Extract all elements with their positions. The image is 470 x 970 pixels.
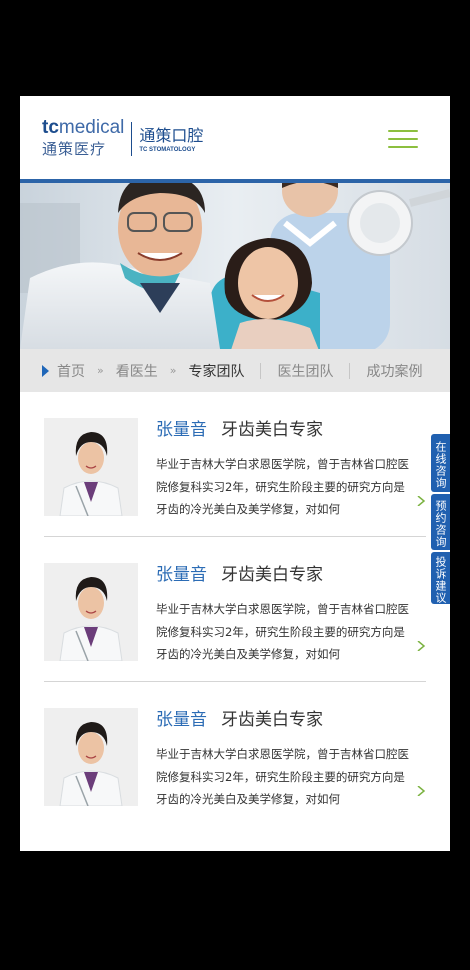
breadcrumb-expert-team[interactable]: 专家团队	[188, 361, 244, 381]
doctor-photo	[44, 563, 138, 661]
menu-bar	[388, 138, 418, 140]
breadcrumb-doctor-team[interactable]: 医生团队	[277, 361, 333, 381]
doctor-portrait	[44, 563, 138, 661]
doctor-portrait	[44, 708, 138, 806]
banner-image	[20, 183, 450, 349]
side-tab-online-consult[interactable]: 在线咨询	[431, 434, 450, 492]
breadcrumb-home[interactable]: 首页	[57, 361, 85, 381]
banner-illustration	[20, 183, 450, 349]
doctor-card[interactable]: 张量音 牙齿美白专家 毕业于吉林大学白求恩医学院，曾于吉林省口腔医院修复科实习2年…	[20, 537, 450, 682]
breadcrumb-arrow-icon	[42, 364, 49, 377]
chevron-right-icon[interactable]	[416, 786, 426, 796]
logo-right-cn: 通策口腔	[139, 126, 204, 145]
doctor-heading: 张量音 牙齿美白专家	[156, 564, 323, 586]
breadcrumb-separator: »	[97, 364, 104, 377]
doctor-description: 毕业于吉林大学白求恩医学院，曾于吉林省口腔医院修复科实习2年，研究生阶段主要的研…	[156, 602, 409, 661]
side-tab-appointment[interactable]: 预约咨询	[431, 494, 450, 550]
doctor-photo	[44, 708, 138, 806]
chevron-right-icon[interactable]	[416, 641, 426, 651]
phone-frame: tcmedical 通策医疗 通策口腔 TC STOMATOLOGY 首页 » …	[0, 0, 470, 970]
breadcrumb: 首页 » 看医生 » 专家团队 医生团队 成功案例	[20, 349, 450, 392]
doctor-heading: 张量音 牙齿美白专家	[156, 419, 323, 441]
screen: tcmedical 通策医疗 通策口腔 TC STOMATOLOGY 首页 » …	[20, 96, 450, 851]
doctor-card[interactable]: 张量音 牙齿美白专家 毕业于吉林大学白求恩医学院，曾于吉林省口腔医院修复科实习2年…	[20, 392, 450, 537]
doctor-description: 毕业于吉林大学白求恩医学院，曾于吉林省口腔医院修复科实习2年，研究生阶段主要的研…	[156, 747, 409, 806]
doctor-name: 张量音	[156, 710, 207, 730]
doctor-heading: 张量音 牙齿美白专家	[156, 709, 323, 731]
logo-right: 通策口腔 TC STOMATOLOGY	[139, 118, 203, 154]
logo-divider	[131, 122, 133, 156]
logo-right-en: TC STOMATOLOGY	[139, 147, 196, 153]
breadcrumb-divider	[260, 362, 262, 379]
doctor-portrait	[44, 418, 138, 516]
chevron-right-icon[interactable]	[416, 496, 426, 506]
brand-logo[interactable]: tcmedical 通策医疗 通策口腔 TC STOMATOLOGY	[42, 117, 203, 159]
doctor-description: 毕业于吉林大学白求恩医学院，曾于吉林省口腔医院修复科实习2年，研究生阶段主要的研…	[156, 457, 409, 516]
breadcrumb-see-doctor[interactable]: 看医生	[116, 361, 158, 381]
logo-mark: tcmedical	[42, 117, 125, 138]
doctor-title: 牙齿美白专家	[221, 565, 323, 585]
menu-icon[interactable]	[388, 130, 418, 150]
doctor-title: 牙齿美白专家	[221, 710, 323, 730]
doctor-card[interactable]: 张量音 牙齿美白专家 毕业于吉林大学白求恩医学院，曾于吉林省口腔医院修复科实习2年…	[20, 682, 450, 827]
doctor-photo	[44, 418, 138, 516]
doctor-name: 张量音	[156, 420, 207, 440]
breadcrumb-separator: »	[169, 364, 177, 377]
menu-bar	[388, 130, 418, 132]
doctor-name: 张量音	[156, 565, 207, 585]
breadcrumb-divider	[349, 362, 351, 379]
doctor-list: 张量音 牙齿美白专家 毕业于吉林大学白求恩医学院，曾于吉林省口腔医院修复科实习2年…	[20, 392, 450, 827]
breadcrumb-success-cases[interactable]: 成功案例	[366, 361, 422, 381]
logo-cn: 通策医疗	[42, 140, 107, 158]
menu-bar	[388, 146, 418, 148]
site-header: tcmedical 通策医疗 通策口腔 TC STOMATOLOGY	[20, 96, 450, 183]
logo-left: tcmedical 通策医疗	[42, 117, 125, 159]
side-tab-complaint[interactable]: 投诉建议	[431, 552, 450, 604]
doctor-title: 牙齿美白专家	[221, 420, 323, 440]
